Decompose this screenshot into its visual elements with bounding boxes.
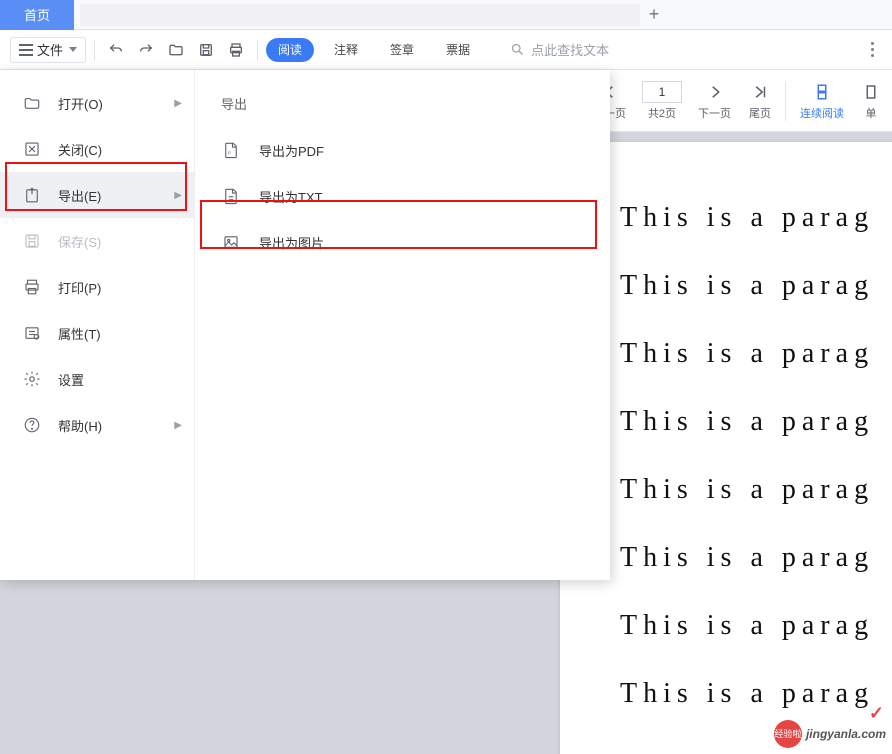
pdf-file-icon: P <box>221 140 241 160</box>
doc-text-line: This is a parag <box>620 610 892 642</box>
file-dropdown-menu: 打开(O) ▶ 关闭(C) 导出(E) ▶ 保存(S) 打印(P) <box>0 70 610 580</box>
watermark-check-icon: ✓ <box>869 703 884 724</box>
save-button[interactable] <box>193 37 219 63</box>
redo-button[interactable] <box>133 37 159 63</box>
main-area: 首页 上一页 共2页 下一页 尾页 连续阅读 <box>0 70 892 754</box>
page-number-input[interactable] <box>642 81 682 103</box>
mode-read[interactable]: 阅读 <box>266 38 314 62</box>
submenu-export-txt[interactable]: 导出为TXT <box>195 173 610 219</box>
watermark-logo: 经验啦 <box>774 720 802 748</box>
doc-text-line: This is a parag <box>620 338 892 370</box>
menu-print-label: 打印(P) <box>58 278 101 297</box>
view-continuous[interactable]: 连续阅读 <box>792 77 852 125</box>
doc-text-line: This is a parag <box>620 202 892 234</box>
help-icon <box>22 415 42 435</box>
open-folder-button[interactable] <box>163 37 189 63</box>
menu-export[interactable]: 导出(E) ▶ <box>0 172 194 218</box>
mode-invoice[interactable]: 票据 <box>434 38 482 62</box>
last-page-icon <box>751 81 769 103</box>
menu-close-label: 关闭(C) <box>58 140 102 159</box>
menu-save-label: 保存(S) <box>58 232 101 251</box>
menu-settings[interactable]: 设置 <box>0 356 194 402</box>
doc-text-line: This is a parag <box>620 542 892 574</box>
doc-text-line: This is a parag <box>620 270 892 302</box>
menu-settings-label: 设置 <box>58 370 84 389</box>
menu-save: 保存(S) <box>0 218 194 264</box>
file-menu-button[interactable]: 文件 <box>10 37 86 63</box>
undo-button[interactable] <box>103 37 129 63</box>
search-placeholder: 点此查找文本 <box>531 40 609 59</box>
submenu-export-image-label: 导出为图片 <box>259 233 324 252</box>
chevron-right-icon: ▶ <box>174 98 182 109</box>
export-icon <box>22 185 42 205</box>
more-menu-button[interactable] <box>863 42 882 57</box>
doc-text-line: This is a parag <box>620 406 892 438</box>
submenu-export-pdf-label: 导出为PDF <box>259 141 324 160</box>
submenu-export-image[interactable]: 导出为图片 <box>195 219 610 265</box>
mode-annotate[interactable]: 注释 <box>322 38 370 62</box>
next-page-icon <box>706 81 724 103</box>
print-button[interactable] <box>223 37 249 63</box>
image-file-icon <box>221 232 241 252</box>
gear-icon <box>22 369 42 389</box>
file-menu-label: 文件 <box>37 40 63 59</box>
properties-icon <box>22 323 42 343</box>
txt-file-icon <box>221 186 241 206</box>
menu-export-label: 导出(E) <box>58 186 101 205</box>
title-bar: 首页 + <box>0 0 892 30</box>
separator <box>257 40 258 60</box>
nav-last-page[interactable]: 尾页 <box>741 77 779 125</box>
svg-text:P: P <box>228 151 231 156</box>
continuous-view-icon <box>813 81 831 103</box>
nav-last-label: 尾页 <box>749 105 771 121</box>
search-box[interactable]: 点此查找文本 <box>510 40 609 59</box>
chevron-down-icon <box>69 47 77 52</box>
doc-text-line: This is a parag <box>620 474 892 506</box>
page-number-control: 共2页 <box>636 79 688 123</box>
home-tab[interactable]: 首页 <box>0 0 74 30</box>
chevron-right-icon: ▶ <box>174 420 182 431</box>
tab-strip: + <box>74 0 892 30</box>
watermark-url: jingyanla.com <box>806 727 886 741</box>
page-count-label: 共2页 <box>648 105 676 121</box>
search-icon <box>510 42 525 57</box>
doc-text-line: This is a parag <box>620 678 892 710</box>
separator <box>94 40 95 60</box>
menu-properties-label: 属性(T) <box>58 324 101 343</box>
document-tab[interactable] <box>80 4 640 26</box>
view-continuous-label: 连续阅读 <box>800 105 844 121</box>
submenu-export-txt-label: 导出为TXT <box>259 187 323 206</box>
submenu-title: 导出 <box>195 86 610 127</box>
menu-open[interactable]: 打开(O) ▶ <box>0 80 194 126</box>
menu-help-label: 帮助(H) <box>58 416 102 435</box>
print-icon <box>22 277 42 297</box>
file-menu-submenu: 导出 P 导出为PDF 导出为TXT 导出为图片 <box>195 70 610 580</box>
hamburger-icon <box>19 44 33 56</box>
watermark: ✓ 经验啦 jingyanla.com <box>774 720 886 748</box>
add-tab-button[interactable]: + <box>640 1 668 29</box>
nav-next-label: 下一页 <box>698 105 731 121</box>
close-icon <box>22 139 42 159</box>
chevron-right-icon: ▶ <box>174 190 182 201</box>
folder-open-icon <box>22 93 42 113</box>
nav-next-page[interactable]: 下一页 <box>690 77 739 125</box>
submenu-export-pdf[interactable]: P 导出为PDF <box>195 127 610 173</box>
file-menu-primary: 打开(O) ▶ 关闭(C) 导出(E) ▶ 保存(S) 打印(P) <box>0 70 195 580</box>
menu-close[interactable]: 关闭(C) <box>0 126 194 172</box>
separator <box>785 81 786 121</box>
save-icon <box>22 231 42 251</box>
view-single[interactable]: 单 <box>854 77 888 125</box>
menu-properties[interactable]: 属性(T) <box>0 310 194 356</box>
menu-help[interactable]: 帮助(H) ▶ <box>0 402 194 448</box>
menu-open-label: 打开(O) <box>58 94 103 113</box>
main-toolbar: 文件 阅读 注释 签章 票据 点此查找文本 <box>0 30 892 70</box>
single-view-icon <box>862 81 880 103</box>
mode-sign[interactable]: 签章 <box>378 38 426 62</box>
view-single-label: 单 <box>866 105 877 121</box>
menu-print[interactable]: 打印(P) <box>0 264 194 310</box>
